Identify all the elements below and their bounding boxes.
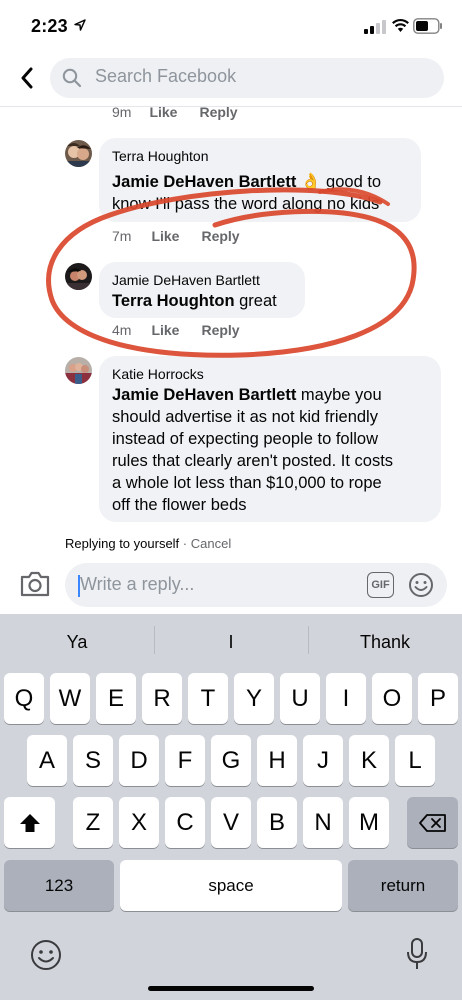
comment-time: 9m (112, 104, 132, 120)
comment-time: 7m (112, 228, 132, 244)
search-input[interactable]: Search Facebook (95, 66, 236, 87)
comment-author[interactable]: Katie Horrocks (112, 366, 204, 382)
comment-author[interactable]: Terra Houghton (112, 148, 209, 164)
key[interactable]: Z (73, 797, 113, 848)
key[interactable]: K (349, 735, 389, 786)
cellular-signal-icon (364, 20, 386, 34)
gif-icon: GIF (371, 579, 390, 591)
key[interactable]: S (73, 735, 113, 786)
microphone-icon[interactable] (405, 937, 429, 971)
comment-meta: 7m Like Reply (112, 228, 240, 244)
key[interactable]: I (326, 673, 366, 724)
key[interactable]: O (372, 673, 412, 724)
predictive-bar: Ya I Thank (0, 614, 462, 670)
numbers-key[interactable]: 123 (4, 860, 114, 911)
key[interactable]: F (165, 735, 205, 786)
status-bar: 2:23 (0, 0, 462, 54)
key[interactable]: T (188, 673, 228, 724)
key[interactable]: L (395, 735, 435, 786)
comment-time: 4m (112, 322, 132, 338)
cancel-reply-button[interactable]: Cancel (191, 536, 231, 551)
reply-input[interactable]: Write a reply... (80, 574, 194, 595)
key[interactable]: B (257, 797, 297, 848)
space-key[interactable]: space (120, 860, 342, 911)
backspace-icon (418, 813, 446, 832)
mention-link[interactable]: Jamie DeHaven Bartlett (112, 386, 296, 404)
key[interactable]: Y (234, 673, 274, 724)
key[interactable]: G (211, 735, 251, 786)
comment-bubble[interactable]: Katie Horrocks Jamie DeHaven Bartlett ma… (99, 356, 441, 522)
replying-indicator: Replying to yourself · Cancel (65, 536, 231, 551)
home-indicator[interactable] (148, 986, 314, 991)
key[interactable]: H (257, 735, 297, 786)
key[interactable]: J (303, 735, 343, 786)
mention-link[interactable]: Terra Houghton (112, 292, 235, 310)
reply-button[interactable]: Reply (201, 228, 239, 244)
key[interactable]: U (280, 673, 320, 724)
suggestion[interactable]: Ya (0, 632, 154, 653)
camera-button[interactable] (19, 569, 51, 604)
comment-meta: 9m Like Reply (112, 104, 238, 120)
suggestion[interactable]: I (154, 632, 308, 653)
search-icon (62, 68, 82, 88)
avatar[interactable] (65, 263, 92, 290)
key[interactable]: R (142, 673, 182, 724)
comment-text: Jamie DeHaven Bartlett 👌 good to know I'… (112, 173, 382, 213)
mention-link[interactable]: Jamie DeHaven Bartlett (112, 173, 296, 191)
chevron-left-icon (21, 67, 33, 89)
avatar[interactable] (65, 357, 92, 384)
comment-text: Terra Houghton great (112, 292, 277, 310)
keyboard: Ya I Thank Q W E R T Y U I O P A S D F G… (0, 614, 462, 1000)
reply-button[interactable]: Reply (201, 322, 239, 338)
back-button[interactable] (14, 62, 40, 94)
emoji-keyboard-icon[interactable] (30, 939, 62, 971)
search-bar[interactable]: Search Facebook (50, 58, 444, 98)
comment-text: Jamie DeHaven Bartlett maybe you should … (112, 386, 394, 514)
replying-text: Replying to yourself (65, 536, 180, 551)
comment-meta: 4m Like Reply (112, 322, 240, 338)
battery-icon (413, 18, 442, 34)
key[interactable]: M (349, 797, 389, 848)
key[interactable]: C (165, 797, 205, 848)
camera-icon (20, 571, 50, 597)
shift-icon (19, 813, 40, 832)
delete-key[interactable] (407, 797, 458, 848)
key[interactable]: X (119, 797, 159, 848)
gif-button[interactable]: GIF (367, 572, 394, 598)
reply-button[interactable]: Reply (199, 104, 237, 120)
key[interactable]: N (303, 797, 343, 848)
comment-bubble[interactable]: Terra Houghton Jamie DeHaven Bartlett 👌 … (99, 138, 421, 222)
like-button[interactable]: Like (151, 322, 179, 338)
key[interactable]: E (96, 673, 136, 724)
like-button[interactable]: Like (151, 228, 179, 244)
comment-bubble[interactable]: Jamie DeHaven Bartlett Terra Houghton gr… (99, 262, 305, 318)
key[interactable]: P (418, 673, 458, 724)
comment-author[interactable]: Jamie DeHaven Bartlett (112, 272, 260, 288)
location-arrow-icon (74, 19, 86, 31)
key[interactable]: D (119, 735, 159, 786)
key[interactable]: Q (4, 673, 44, 724)
reply-composer[interactable]: Write a reply... GIF (65, 563, 447, 607)
wifi-icon (392, 19, 409, 32)
emoji-icon[interactable] (408, 572, 434, 598)
suggestion[interactable]: Thank (308, 632, 462, 653)
key[interactable]: V (211, 797, 251, 848)
like-button[interactable]: Like (149, 104, 177, 120)
return-key[interactable]: return (348, 860, 458, 911)
key[interactable]: W (50, 673, 90, 724)
avatar[interactable] (65, 140, 92, 167)
shift-key[interactable] (4, 797, 55, 848)
key[interactable]: A (27, 735, 67, 786)
separator: · (179, 536, 191, 551)
status-time: 2:23 (31, 16, 68, 36)
